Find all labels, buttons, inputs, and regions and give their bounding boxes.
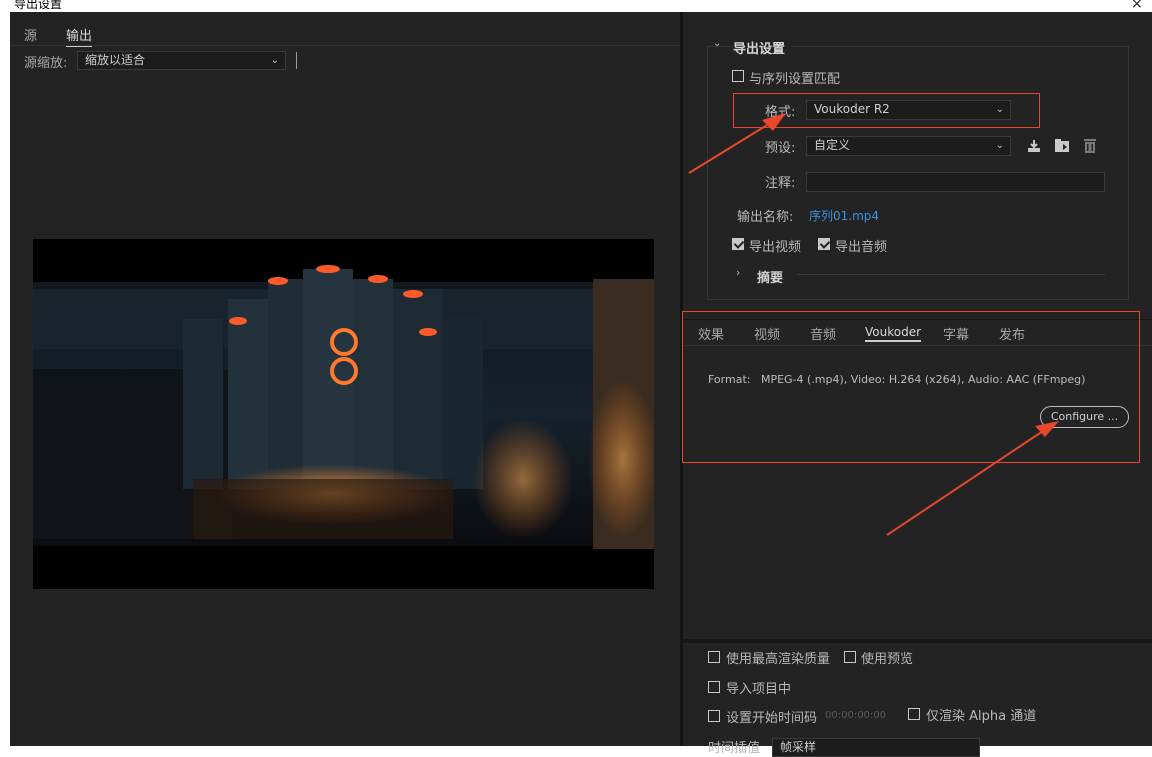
- arrow-to-configure: [886, 421, 1059, 536]
- arrow-to-format: [688, 113, 786, 174]
- annotation-arrows: [688, 113, 1059, 536]
